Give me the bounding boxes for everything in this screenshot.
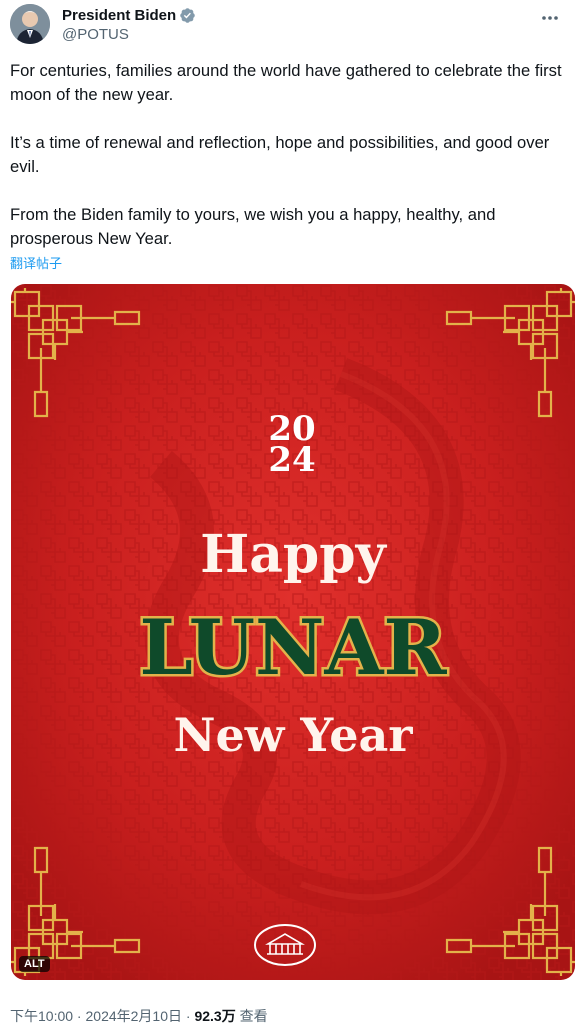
tweet-paragraph-3: From the Biden family to yours, we wish …: [10, 205, 496, 248]
meta-separator: ·: [73, 1008, 86, 1024]
views-label: 查看: [239, 1008, 268, 1024]
view-count: 92.3万: [194, 1008, 236, 1024]
tweet-text: For centuries, families around the world…: [10, 59, 570, 275]
tweet-time[interactable]: 下午10:00: [10, 1008, 73, 1024]
more-options-icon[interactable]: [540, 8, 560, 33]
display-name-text: President Biden: [62, 7, 177, 24]
poster-new-year: New Year: [173, 708, 413, 762]
meta-separator: ·: [182, 1008, 195, 1024]
verified-badge-icon: [180, 8, 195, 23]
handle[interactable]: @POTUS: [62, 25, 196, 45]
translate-post-link[interactable]: 翻译帖子: [10, 253, 62, 272]
tweet-paragraph-1: For centuries, families around the world…: [10, 61, 562, 104]
display-name[interactable]: President Biden: [62, 6, 196, 25]
tweet-date[interactable]: 2024年2月10日: [86, 1008, 183, 1024]
tweet-paragraph-2: It’s a time of renewal and reflection, h…: [10, 133, 550, 176]
tweet-header: President Biden @POTUS: [10, 4, 568, 48]
lunar-new-year-poster: 20 24 Happy LUNAR New Year: [11, 284, 575, 980]
poster-year-bottom: 24: [268, 440, 315, 480]
tweet-media-image[interactable]: 20 24 Happy LUNAR New Year ALT: [11, 284, 575, 980]
alt-badge[interactable]: ALT: [19, 956, 50, 972]
avatar[interactable]: [10, 4, 50, 44]
poster-happy: Happy: [200, 524, 388, 585]
poster-lunar: LUNAR: [139, 603, 447, 692]
tweet-meta: 下午10:00 · 2024年2月10日 · 92.3万 查看: [10, 1006, 268, 1026]
